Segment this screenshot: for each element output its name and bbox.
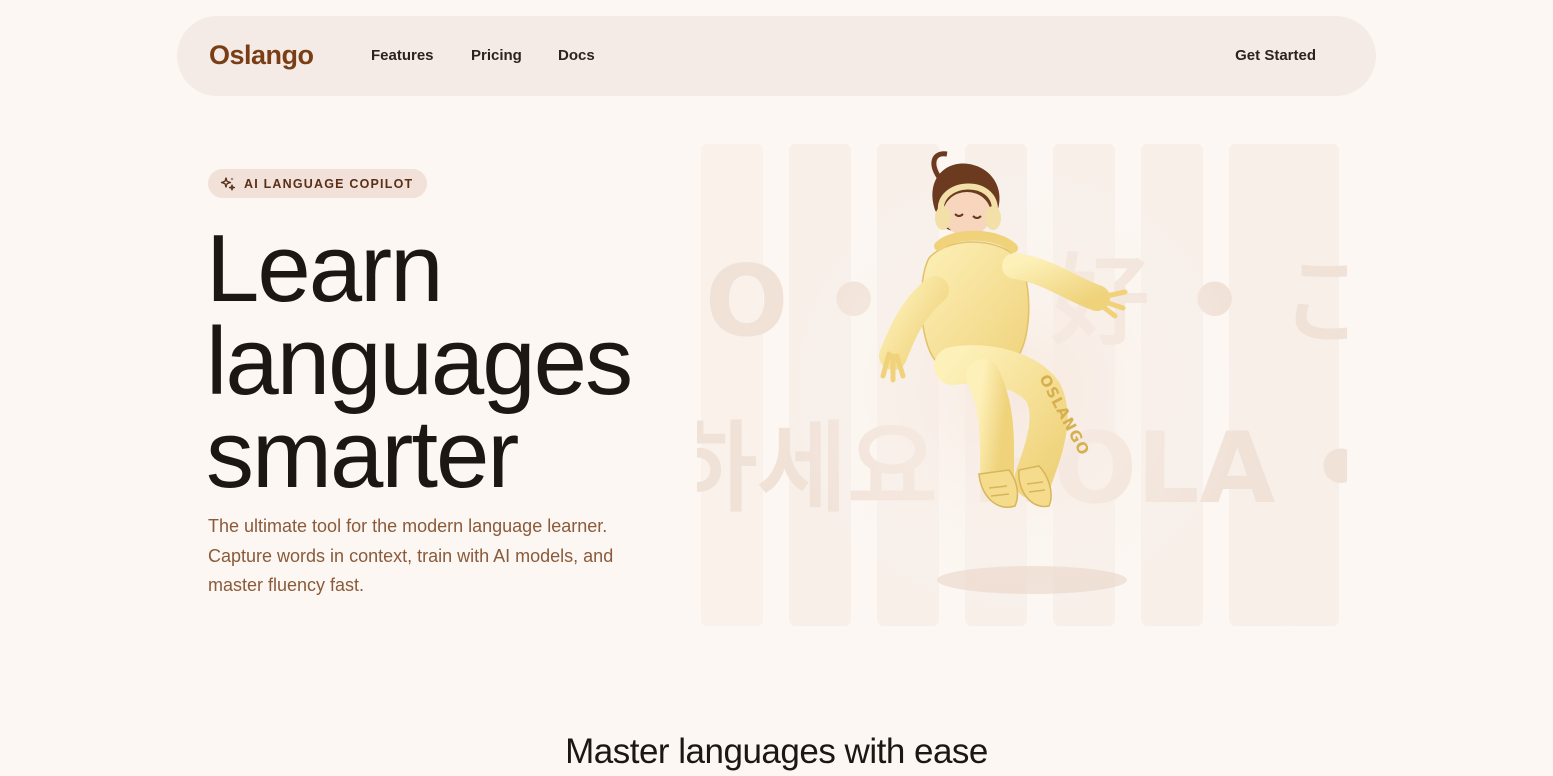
- hero-illustration: O • 你 好 • こ 하세요 HOLA •: [667, 144, 1378, 626]
- hero-title: Learn languages smarter: [206, 215, 633, 508]
- hero-title-line-2: languages: [206, 308, 633, 415]
- brand-logo[interactable]: Oslango: [209, 40, 314, 71]
- hero-title-line-1: Learn: [206, 215, 444, 322]
- features-section-title: Master languages with ease: [565, 732, 988, 771]
- hero-visual: O • 你 好 • こ 하세요 HOLA •: [667, 140, 1378, 630]
- top-navbar: Oslango Features Pricing Docs Get Starte…: [177, 16, 1376, 96]
- nav-link-pricing[interactable]: Pricing: [471, 47, 522, 64]
- badge-label: AI LANGUAGE COPILOT: [244, 176, 414, 191]
- hero-title-line-3: smarter: [206, 401, 519, 508]
- nav-link-docs[interactable]: Docs: [558, 47, 595, 64]
- sparkles-icon: [220, 176, 236, 191]
- get-started-button[interactable]: Get Started: [1235, 47, 1316, 64]
- hero-subtitle: The ultimate tool for the modern languag…: [208, 516, 614, 595]
- nav-link-features[interactable]: Features: [371, 47, 434, 64]
- ai-copilot-badge: AI LANGUAGE COPILOT: [208, 169, 428, 198]
